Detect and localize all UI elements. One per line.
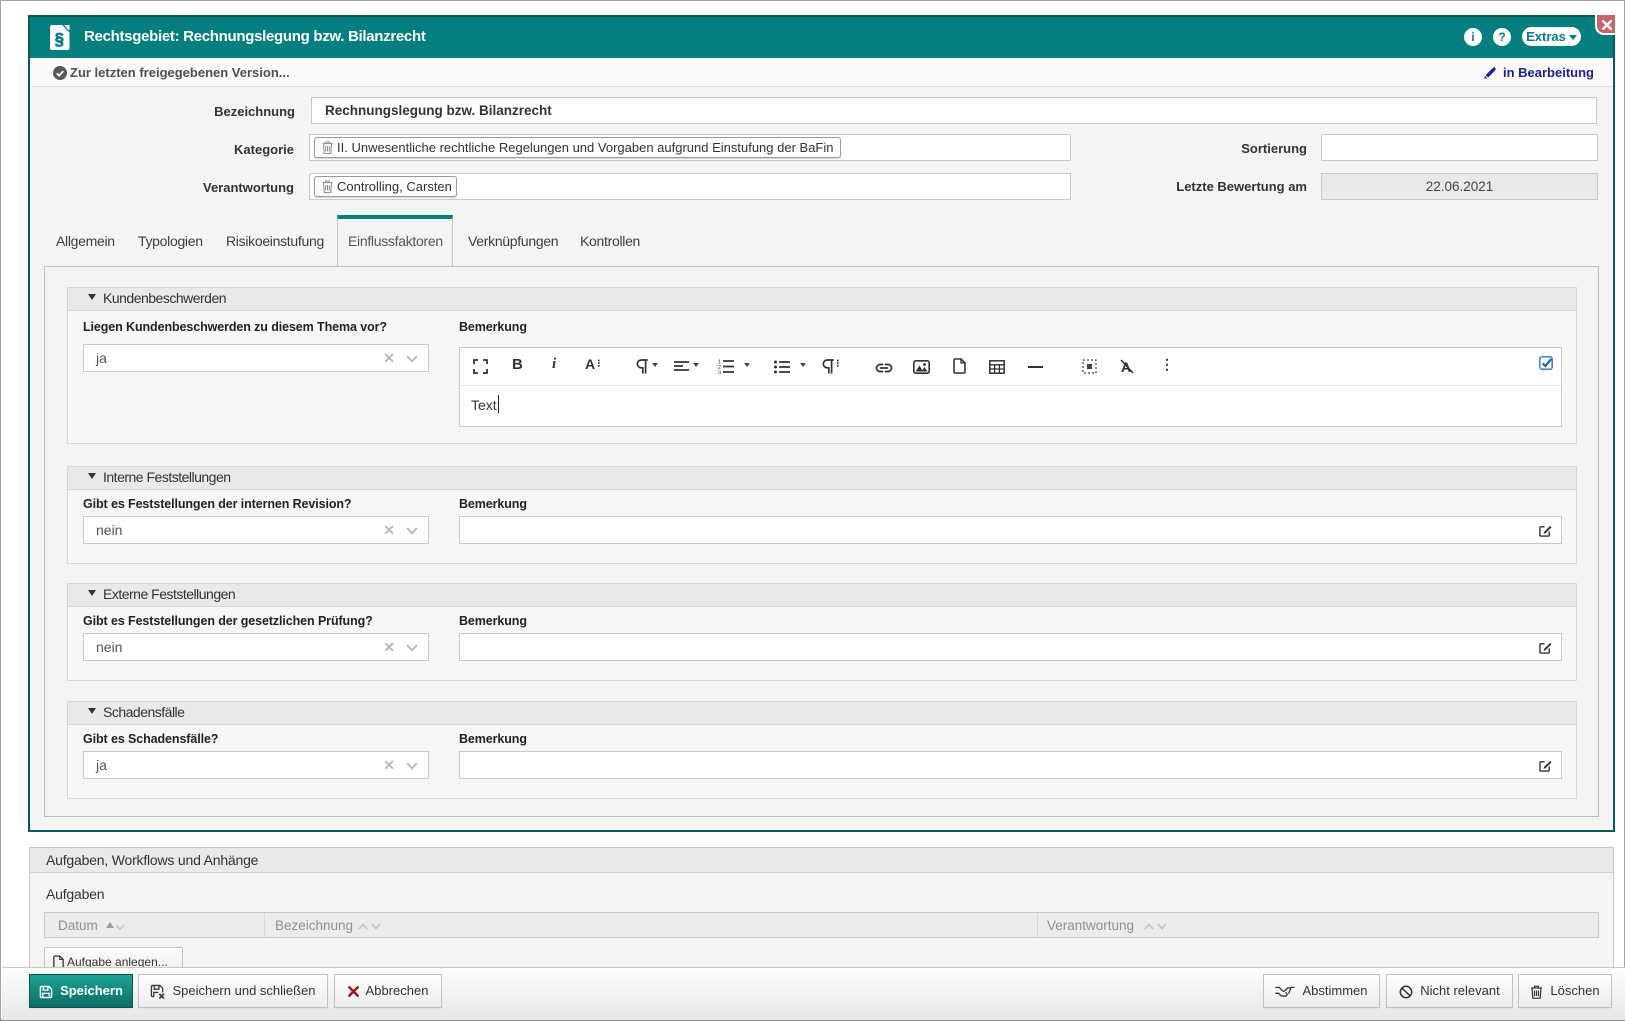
svg-text:3: 3	[718, 371, 721, 375]
svg-text:§: §	[55, 31, 64, 49]
